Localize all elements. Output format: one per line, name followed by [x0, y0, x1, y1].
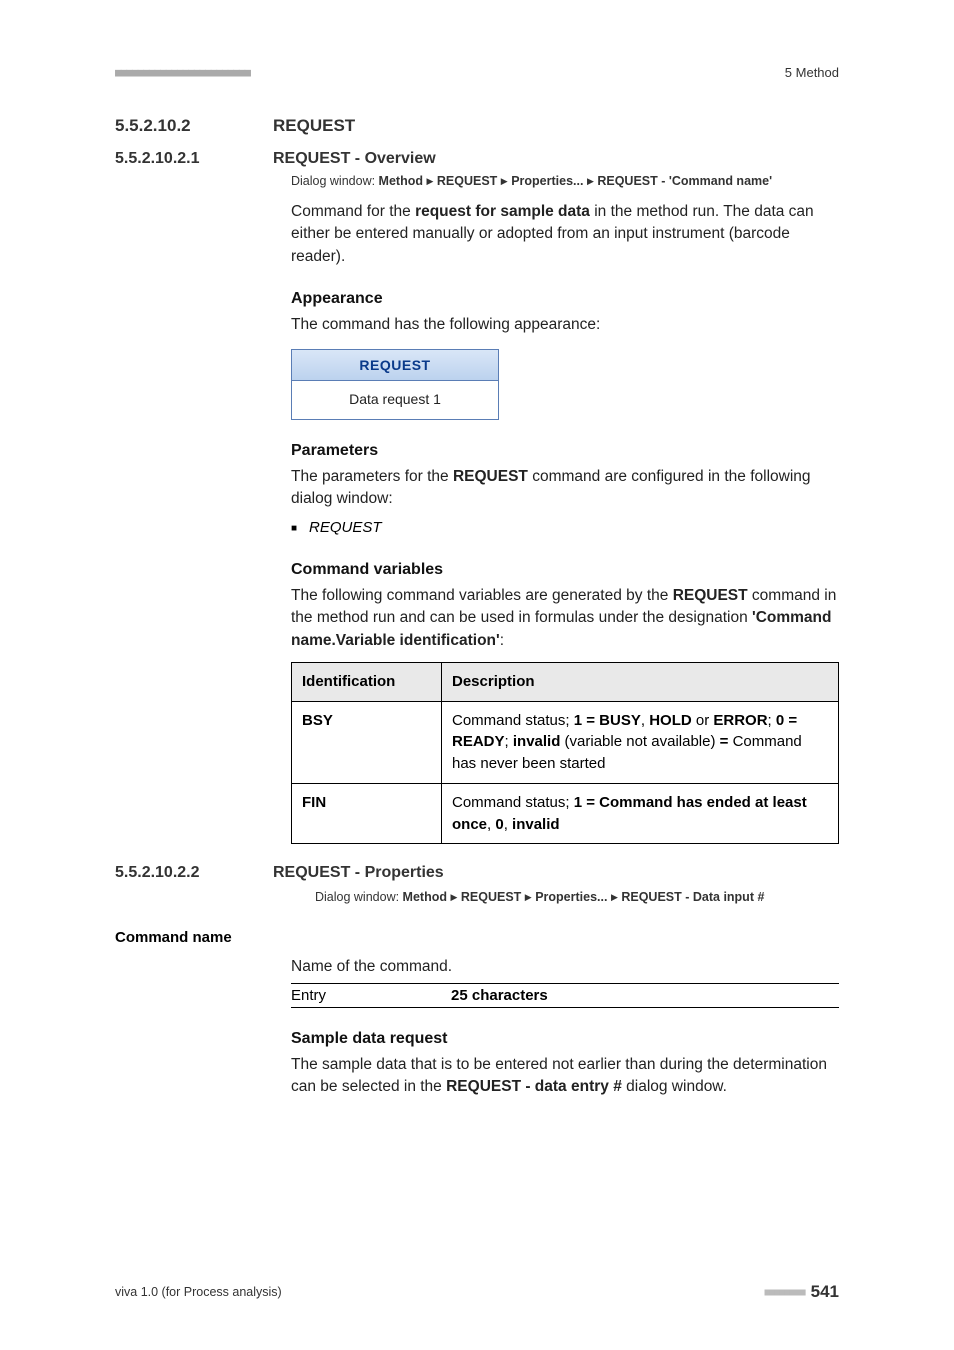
triangle-icon: ▶ — [450, 892, 457, 902]
command-name-text: Name of the command. — [291, 956, 839, 978]
sample-data-request-text: The sample data that is to be entered no… — [291, 1054, 839, 1099]
section-number: 5.5.2.10.2.1 — [115, 150, 273, 168]
breadcrumb: Dialog window: Method ▶ REQUEST ▶ Proper… — [291, 172, 839, 191]
request-command-box: REQUEST Data request 1 — [291, 349, 499, 420]
appearance-text: The command has the following appearance… — [291, 314, 839, 336]
section-title: REQUEST — [273, 116, 355, 136]
breadcrumb-label: Dialog window: — [315, 890, 403, 904]
bullet-icon: ■ — [291, 519, 309, 539]
command-name-label: Command name — [115, 929, 839, 946]
triangle-icon: ▶ — [501, 176, 508, 186]
section-5-5-2-10-2-2: 5.5.2.10.2.2 REQUEST - Properties — [115, 864, 839, 882]
command-variables-text: The following command variables are gene… — [291, 585, 839, 652]
header-chapter: 5 Method — [785, 65, 839, 80]
var-id: BSY — [302, 712, 333, 729]
breadcrumb-item: REQUEST - 'Command name' — [597, 174, 772, 188]
table-row: BSY Command status; 1 = BUSY, HOLD or ER… — [292, 701, 839, 783]
breadcrumb-item: Method — [403, 890, 447, 904]
header-dashes: ■■■■■■■■■■■■■■■■■■■■■■■■ — [115, 66, 250, 79]
appearance-heading: Appearance — [291, 290, 839, 308]
breadcrumb-item: REQUEST — [461, 890, 521, 904]
page-number: 541 — [811, 1282, 839, 1302]
triangle-icon: ▶ — [525, 892, 532, 902]
request-box-body: Data request 1 — [292, 381, 498, 419]
var-desc: Command status; 1 = Command has ended at… — [442, 783, 839, 844]
intro-text: Command for the request for sample data … — [291, 201, 839, 268]
breadcrumb-item: REQUEST - Data input # — [621, 890, 764, 904]
footer-dashes: ■■■■■■■■ — [764, 1287, 804, 1298]
section-title: REQUEST - Properties — [273, 864, 444, 882]
parameters-heading: Parameters — [291, 442, 839, 460]
breadcrumb-item: Properties... — [511, 174, 583, 188]
page-footer: viva 1.0 (for Process analysis) ■■■■■■■■… — [115, 1282, 839, 1302]
breadcrumb-item: Method — [379, 174, 423, 188]
breadcrumb-label: Dialog window: — [291, 174, 379, 188]
entry-value: 25 characters — [451, 987, 548, 1004]
breadcrumb-item: Properties... — [535, 890, 607, 904]
bullet-text: REQUEST — [309, 519, 382, 539]
table-row: FIN Command status; 1 = Command has ende… — [292, 783, 839, 844]
triangle-icon: ▶ — [426, 176, 433, 186]
page-header: ■■■■■■■■■■■■■■■■■■■■■■■■ 5 Method — [115, 65, 839, 80]
triangle-icon: ▶ — [611, 892, 618, 902]
list-item: ■ REQUEST — [291, 519, 839, 539]
table-header-row: Identification Description — [292, 662, 839, 701]
var-id: FIN — [302, 794, 326, 811]
variables-table: Identification Description BSY Command s… — [291, 662, 839, 845]
col-description: Description — [442, 662, 839, 701]
sample-data-request-heading: Sample data request — [291, 1030, 839, 1048]
section-title: REQUEST - Overview — [273, 150, 436, 168]
breadcrumb: Dialog window: Method ▶ REQUEST ▶ Proper… — [315, 888, 839, 907]
breadcrumb-item: REQUEST — [437, 174, 497, 188]
section-5-5-2-10-2: 5.5.2.10.2 REQUEST — [115, 116, 839, 136]
var-desc: Command status; 1 = BUSY, HOLD or ERROR;… — [442, 701, 839, 783]
entry-row: Entry 25 characters — [291, 983, 839, 1008]
section-number: 5.5.2.10.2 — [115, 116, 273, 136]
triangle-icon: ▶ — [587, 176, 594, 186]
footer-left: viva 1.0 (for Process analysis) — [115, 1285, 282, 1299]
request-box-header: REQUEST — [292, 350, 498, 381]
section-5-5-2-10-2-1: 5.5.2.10.2.1 REQUEST - Overview — [115, 150, 839, 168]
entry-key: Entry — [291, 987, 451, 1004]
command-variables-heading: Command variables — [291, 561, 839, 579]
section-number: 5.5.2.10.2.2 — [115, 864, 273, 882]
parameters-text: The parameters for the REQUEST command a… — [291, 466, 839, 511]
col-identification: Identification — [292, 662, 442, 701]
